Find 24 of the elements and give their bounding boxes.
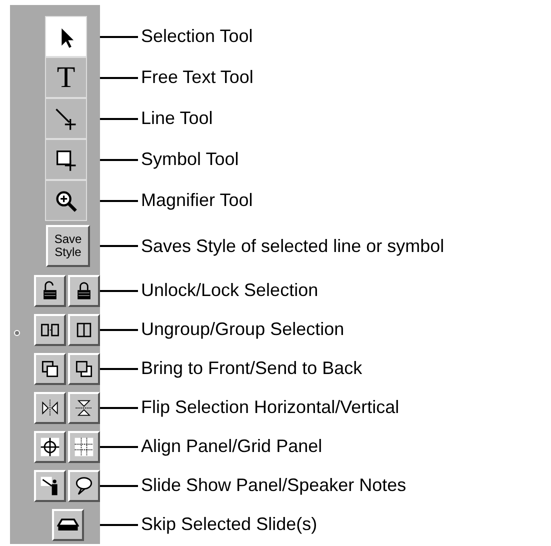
tool-label: Bring to Front/Send to Back — [141, 357, 362, 380]
tool-button[interactable] — [45, 139, 87, 180]
tool-label: Free Text Tool — [141, 66, 254, 89]
tool-label: Align Panel/Grid Panel — [141, 435, 322, 458]
tool-label: Flip Selection Horizontal/Vertical — [141, 396, 400, 419]
tool-label: Symbol Tool — [141, 148, 239, 171]
tool-label: Ungroup/Group Selection — [141, 318, 344, 341]
save-style-button[interactable]: Save Style — [46, 225, 90, 267]
tool-label: Saves Style of selected line or symbol — [141, 234, 444, 258]
tool-button[interactable]: T — [45, 57, 87, 98]
crosshair-icon — [39, 436, 61, 458]
tool-label: Skip Selected Slide(s) — [141, 513, 318, 536]
tool-button[interactable] — [45, 16, 87, 57]
tool-label: Unlock/Lock Selection — [141, 279, 318, 302]
grid-icon — [73, 436, 95, 458]
tool-label: Slide Show Panel/Speaker Notes — [141, 474, 406, 497]
tool-label: Line Tool — [141, 107, 213, 130]
line-plus-icon — [53, 106, 79, 132]
speech-bubble-icon — [73, 474, 95, 496]
tool-label: Selection Tool — [141, 25, 253, 48]
tool-button[interactable] — [45, 180, 87, 221]
tool-button[interactable] — [45, 98, 87, 139]
tool-label: Magnifier Tool — [141, 189, 253, 212]
slide-skip-icon — [57, 518, 79, 532]
